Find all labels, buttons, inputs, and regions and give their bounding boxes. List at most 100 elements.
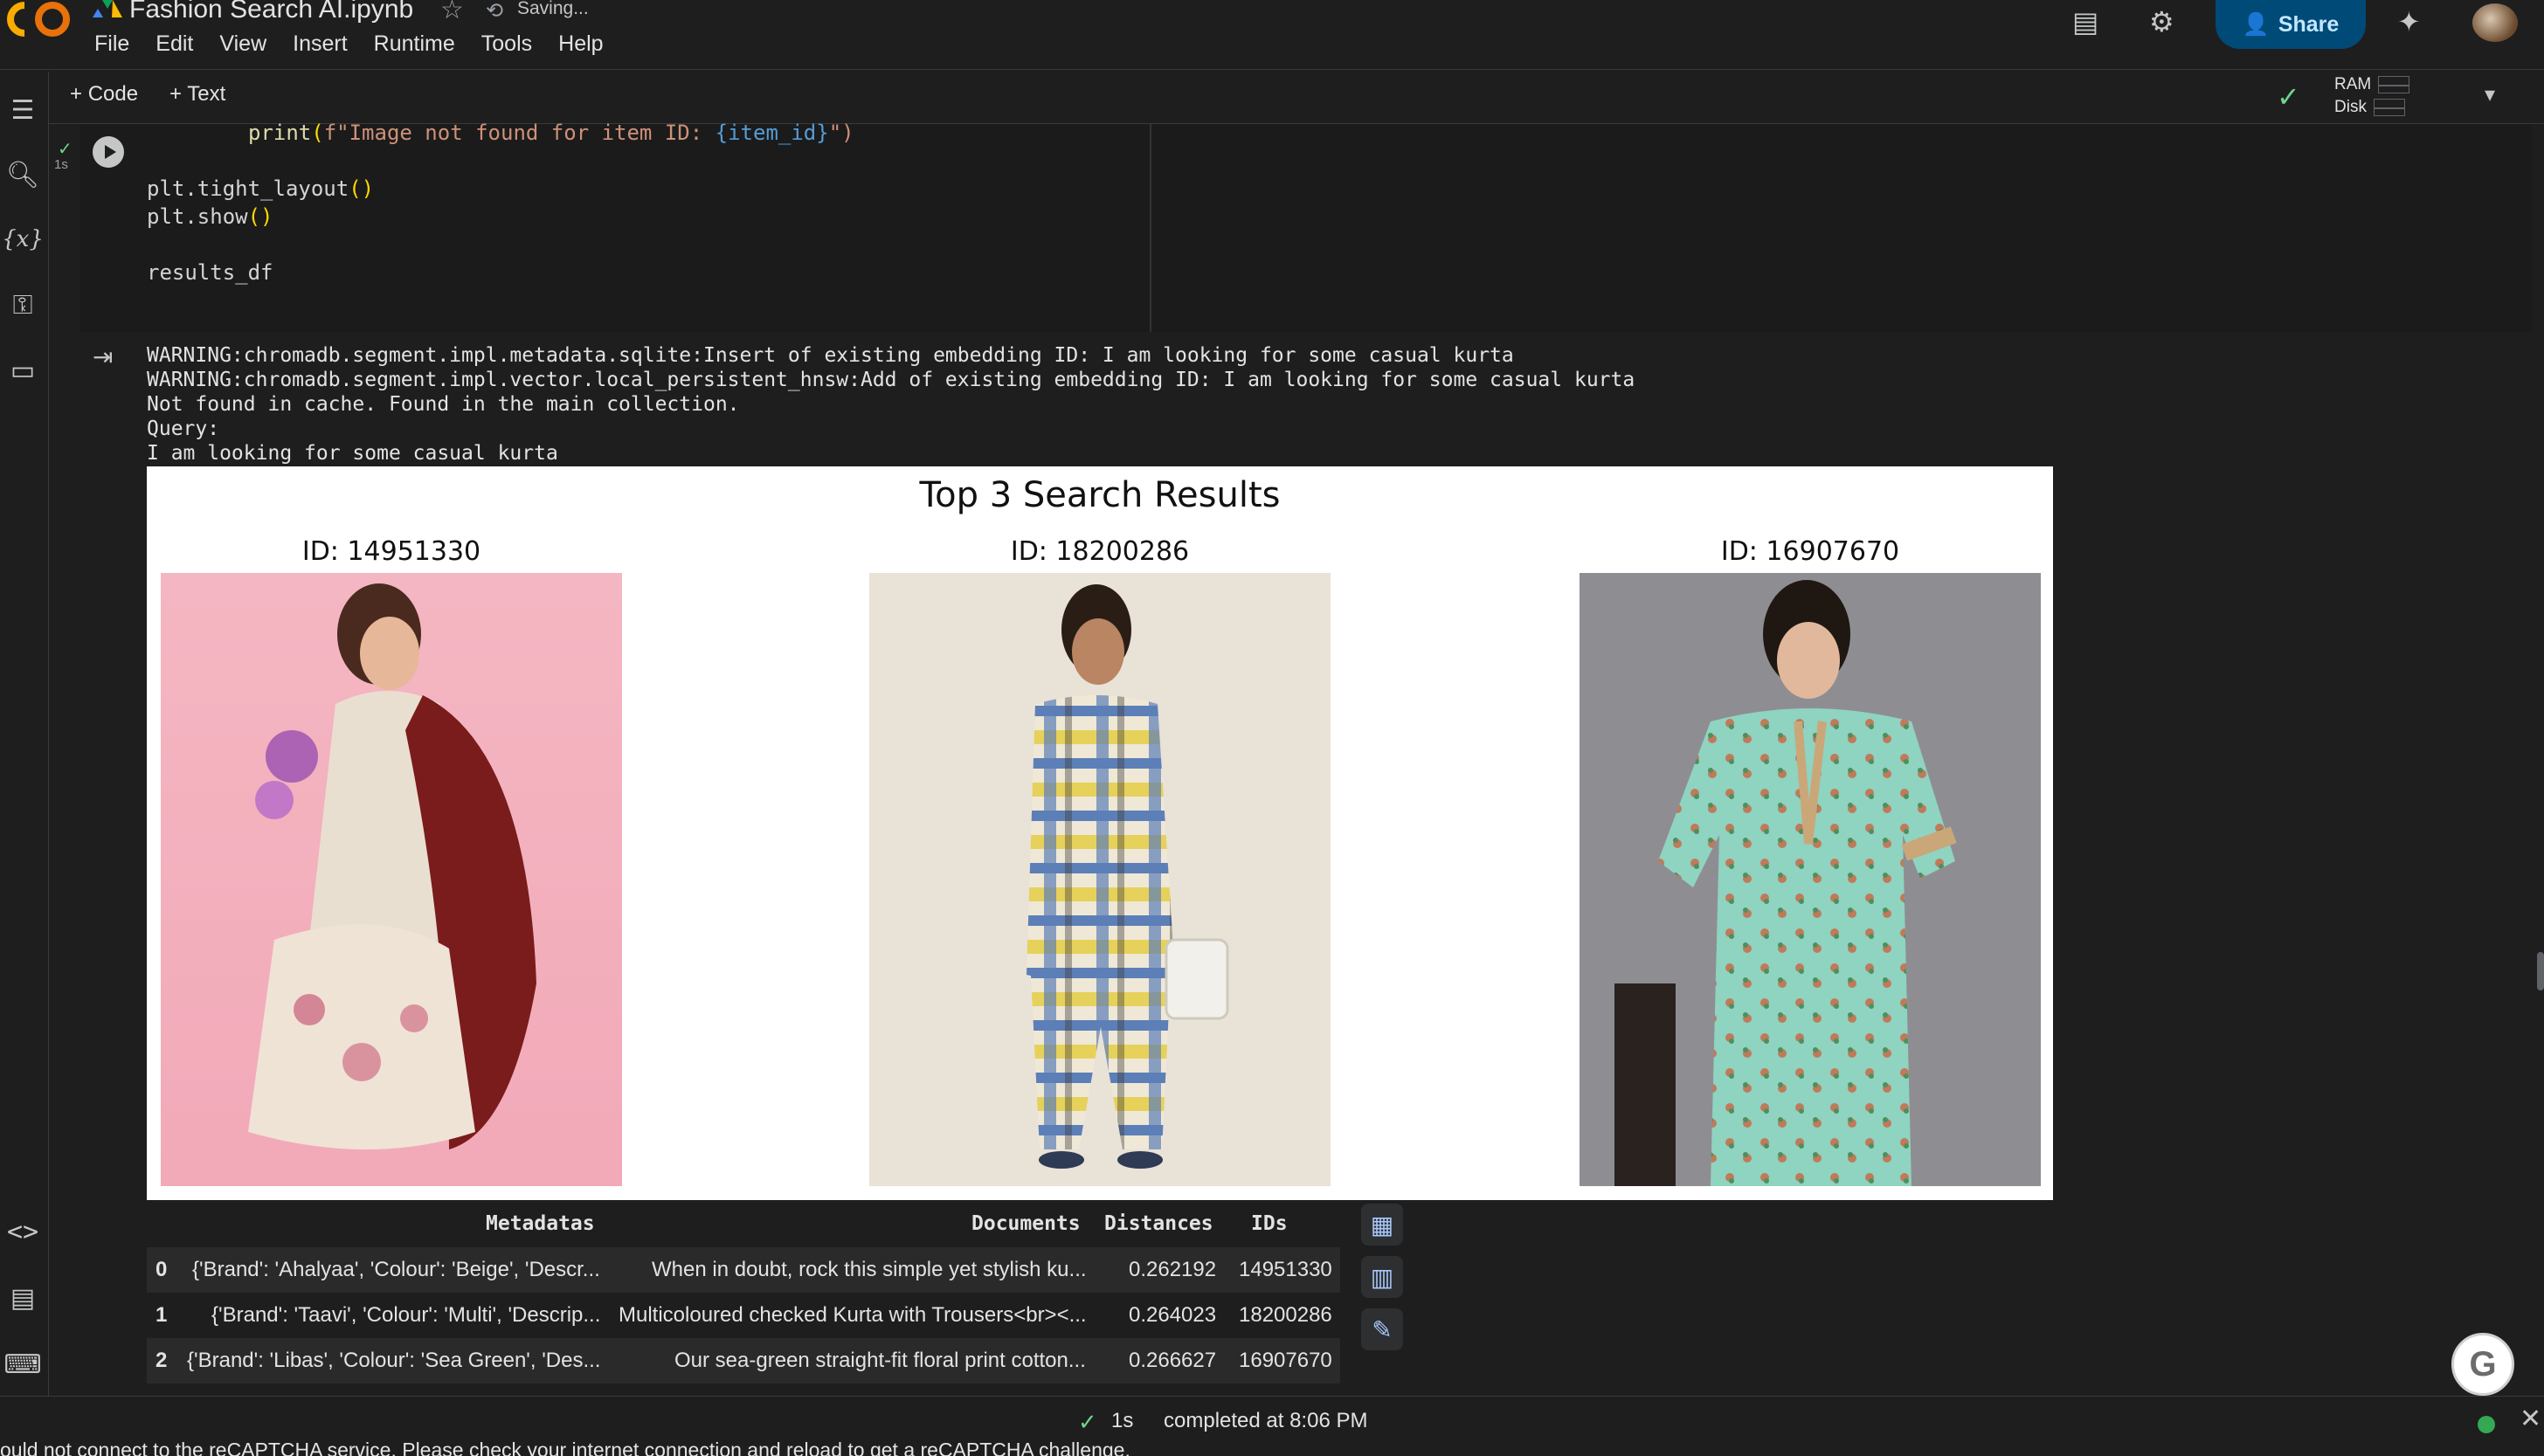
code-line-tight-layout: plt.tight_layout() — [147, 176, 375, 201]
colab-logo[interactable] — [7, 0, 77, 38]
code-string: f"Image not found for item ID: — [323, 121, 716, 145]
menu-view[interactable]: View — [219, 31, 266, 57]
row-index: 2 — [156, 1349, 168, 1372]
gemini-sparkle-icon[interactable]: ✦ — [2397, 5, 2421, 38]
code-var: {item_id} — [715, 121, 829, 145]
output-line: WARNING:chromadb.segment.impl.metadata.s… — [147, 344, 1514, 367]
cell-distances: 0.262192 — [1129, 1258, 1217, 1281]
left-rail: ☰ 🔍︎ {x} ⚿ ▭ <> ▤ ⌨ — [0, 72, 49, 1399]
product-image-2 — [869, 573, 1331, 1186]
result-id-label: ID: 18200286 — [1010, 536, 1190, 567]
column-header[interactable]: IDs — [1251, 1212, 1288, 1235]
column-header[interactable]: Metadatas — [486, 1212, 595, 1235]
add-code-label: Code — [87, 82, 139, 106]
code-cell[interactable] — [80, 124, 2532, 332]
cell-metadatas: {'Brand': 'Libas', 'Colour': 'Sea Green'… — [187, 1349, 601, 1372]
cell-distances: 0.264023 — [1129, 1303, 1217, 1327]
status-check-icon: ✓ — [1078, 1409, 1097, 1435]
menu-bar: File Edit View Insert Runtime Tools Help — [94, 31, 630, 57]
notebook-title[interactable]: Fashion Search AI.ipynb — [129, 0, 413, 24]
find-icon[interactable]: 🔍︎ — [3, 155, 42, 194]
connected-check-icon: ✓ — [2277, 81, 2300, 113]
output-line: I am looking for some casual kurta — [147, 442, 558, 465]
resource-monitor[interactable]: RAM Disk — [2334, 73, 2410, 119]
star-icon[interactable]: ☆ — [440, 0, 464, 25]
variables-icon[interactable]: {x} — [2, 220, 44, 259]
sync-icon: ⟲ — [486, 0, 504, 23]
notebook-toolbar: + Code + Text ✓ RAM Disk ▾ ⌃ — [49, 72, 2544, 124]
magic-wand-icon[interactable]: ✎ — [1361, 1308, 1403, 1350]
add-text-button[interactable]: + Text — [169, 82, 225, 107]
comment-icon[interactable]: ▤ — [2072, 5, 2098, 38]
row-index: 0 — [156, 1258, 168, 1281]
menu-edit[interactable]: Edit — [156, 31, 193, 57]
code-text: plt.show — [147, 204, 248, 229]
menu-tools[interactable]: Tools — [481, 31, 532, 57]
menu-file[interactable]: File — [94, 31, 129, 57]
terminal-icon[interactable]: ⌨ — [3, 1345, 42, 1384]
menu-help[interactable]: Help — [558, 31, 603, 57]
status-bar: ✓ 1s completed at 8:06 PM ✕ ould not con… — [0, 1396, 2544, 1456]
add-code-button[interactable]: + Code — [70, 82, 138, 107]
ram-label: RAM — [2334, 75, 2372, 93]
output-line: WARNING:chromadb.segment.impl.vector.loc… — [147, 369, 1635, 391]
top-header: Fashion Search AI.ipynb ☆ ⟲ Saving... Fi… — [0, 0, 2544, 70]
cell-exec-time: 1s — [54, 157, 68, 172]
runtime-dropdown-icon[interactable]: ▾ — [2485, 82, 2495, 107]
row-index: 1 — [156, 1303, 168, 1327]
ram-meter — [2378, 75, 2410, 93]
code-fn: print — [248, 121, 312, 145]
code-line-results: results_df — [147, 260, 273, 285]
product-image-3 — [1580, 573, 2041, 1186]
person-add-icon: 👤 — [2242, 11, 2270, 37]
add-text-label: Text — [187, 82, 226, 106]
table-row: 2 {'Brand': 'Libas', 'Colour': 'Sea Gree… — [147, 1338, 1340, 1384]
output-line: Query: — [147, 417, 220, 440]
figure-title: Top 3 Search Results — [919, 475, 1281, 515]
column-header[interactable]: Documents — [971, 1212, 1081, 1235]
status-text: completed at 8:06 PM — [1164, 1409, 1368, 1432]
share-button[interactable]: 👤 Share — [2216, 0, 2366, 49]
table-view-icon[interactable]: ▦ — [1361, 1204, 1403, 1246]
results-figure: Top 3 Search Results ID: 14951330 ID: 18… — [147, 466, 2053, 1200]
output-toggle-icon[interactable]: ⇥ — [93, 342, 113, 371]
table-row: 0 {'Brand': 'Ahalyaa', 'Colour': 'Beige'… — [147, 1247, 1340, 1293]
code-string-end: ") — [828, 121, 854, 145]
grammarly-icon[interactable]: G — [2451, 1333, 2514, 1396]
product-image-1 — [161, 573, 622, 1186]
code-line-print: print(f"Image not found for item ID: {it… — [248, 121, 854, 145]
cell-ids: 16907670 — [1239, 1349, 1332, 1372]
cell-metadatas: {'Brand': 'Ahalyaa', 'Colour': 'Beige', … — [192, 1258, 600, 1281]
cell-documents: When in doubt, rock this simple yet styl… — [652, 1258, 1087, 1281]
command-palette-icon[interactable]: ▤ — [3, 1279, 42, 1317]
cell-documents: Our sea-green straight-fit floral print … — [674, 1349, 1086, 1372]
cell-documents: Multicoloured checked Kurta with Trouser… — [619, 1303, 1087, 1327]
code-snippets-icon[interactable]: <> — [3, 1212, 42, 1251]
cell-metadatas: {'Brand': 'Taavi', 'Colour': 'Multi', 'D… — [211, 1303, 601, 1327]
table-row: 1 {'Brand': 'Taavi', 'Colour': 'Multi', … — [147, 1293, 1340, 1338]
code-line-show: plt.show() — [147, 204, 273, 229]
key-icon[interactable]: ⚿ — [3, 286, 42, 325]
disk-label: Disk — [2334, 98, 2367, 116]
status-exec-time: 1s — [1111, 1409, 1134, 1432]
toc-icon[interactable]: ☰ — [3, 91, 42, 129]
settings-icon[interactable]: ⚙ — [2149, 5, 2174, 38]
menu-insert[interactable]: Insert — [293, 31, 348, 57]
chart-suggest-icon[interactable]: ▥ — [1361, 1256, 1403, 1298]
disk-meter — [2373, 98, 2405, 116]
connection-status-dot — [2478, 1416, 2495, 1433]
column-header[interactable]: Distances — [1104, 1212, 1213, 1235]
scrollbar[interactable] — [2537, 952, 2544, 990]
drive-icon[interactable] — [93, 0, 122, 19]
cell-ids: 18200286 — [1239, 1303, 1332, 1327]
folder-icon[interactable]: ▭ — [3, 351, 42, 390]
cell-divider — [1150, 124, 1151, 332]
run-cell-button[interactable] — [93, 136, 124, 168]
result-id-label: ID: 16907670 — [1720, 536, 1900, 567]
avatar[interactable] — [2472, 3, 2518, 42]
saving-status: Saving... — [517, 0, 589, 18]
recaptcha-warning: ould not connect to the reCAPTCHA servic… — [0, 1439, 1130, 1456]
output-line: Not found in cache. Found in the main co… — [147, 393, 740, 416]
close-icon[interactable]: ✕ — [2520, 1404, 2541, 1434]
menu-runtime[interactable]: Runtime — [374, 31, 455, 57]
